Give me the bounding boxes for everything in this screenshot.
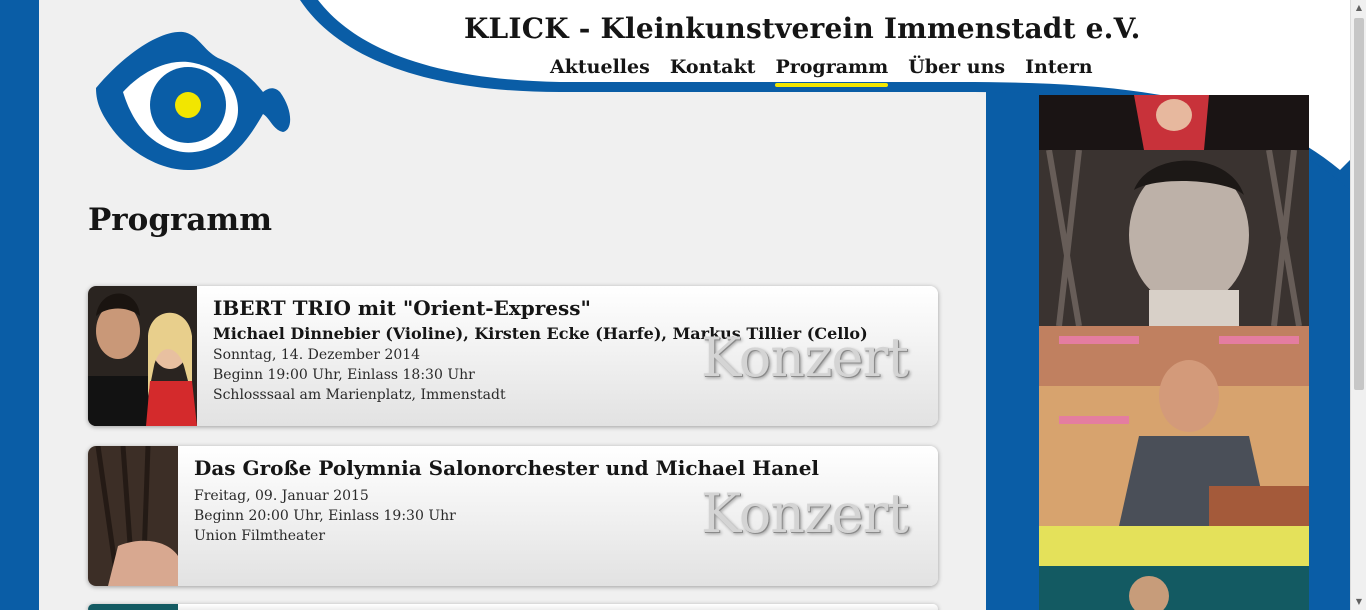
nav-item-intern[interactable]: Intern	[1025, 56, 1092, 84]
page-title: Programm	[88, 202, 273, 238]
event-card[interactable]: Das Große Polymnia Salonorchester und Mi…	[88, 446, 938, 586]
nav-item-programm[interactable]: Programm	[775, 56, 888, 87]
event-title[interactable]: IBERT TRIO mit "Orient-Express"	[213, 296, 868, 320]
event-category: Konzert	[700, 326, 909, 389]
photo-teal-stage	[1039, 566, 1309, 610]
event-image	[88, 286, 197, 426]
photo-strip	[1039, 95, 1309, 610]
nav-item-kontakt[interactable]: Kontakt	[670, 56, 756, 84]
klick-eye-logo	[96, 31, 291, 171]
nav-item-ueber-uns[interactable]: Über uns	[908, 56, 1005, 84]
scroll-up-arrow-icon[interactable]: ▲	[1351, 0, 1366, 16]
site-title: KLICK - Kleinkunstverein Immenstadt e.V.	[464, 12, 1141, 45]
event-image	[88, 604, 178, 610]
event-title[interactable]: Das Große Polymnia Salonorchester und Mi…	[194, 456, 819, 480]
event-card-partial[interactable]	[88, 604, 938, 610]
event-image	[88, 446, 178, 586]
main-nav: Aktuelles Kontakt Programm Über uns Inte…	[550, 56, 1113, 87]
photo-red-dress	[1039, 95, 1309, 150]
nav-item-aktuelles[interactable]: Aktuelles	[550, 56, 650, 84]
photo-portrait-man	[1039, 150, 1309, 326]
vertical-scrollbar[interactable]: ▲ ▼	[1350, 0, 1366, 610]
scroll-down-arrow-icon[interactable]: ▼	[1351, 594, 1366, 610]
event-venue: Schlosssaal am Marienplatz, Immenstadt	[213, 387, 506, 403]
event-category: Konzert	[700, 482, 909, 545]
event-card[interactable]: IBERT TRIO mit "Orient-Express" Michael …	[88, 286, 938, 426]
photo-stage-actor	[1039, 326, 1309, 566]
scrollbar-thumb[interactable]	[1354, 18, 1364, 390]
